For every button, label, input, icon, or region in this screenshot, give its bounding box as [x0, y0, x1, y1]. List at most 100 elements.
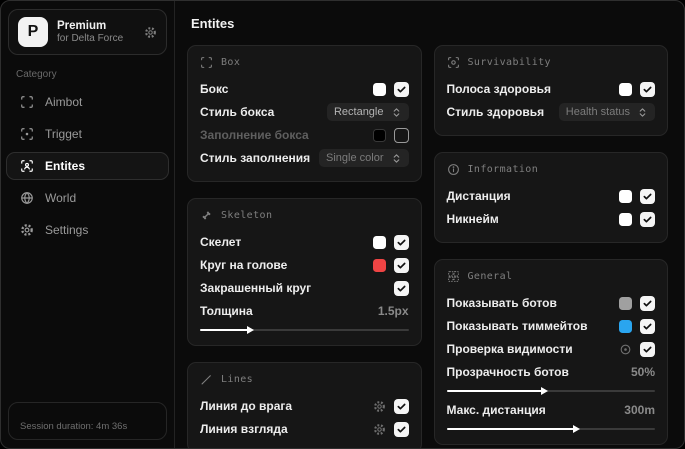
checkbox-checked[interactable] — [640, 318, 655, 334]
crosshair-icon — [20, 127, 34, 141]
bots-opacity-slider[interactable] — [446, 383, 655, 394]
setting-label: Показывать тиммейтов — [446, 319, 588, 333]
panel-general: General Показывать ботов Показывать тимм… — [433, 259, 668, 445]
color-swatch[interactable] — [372, 235, 386, 249]
setting-label: Толщина — [200, 304, 253, 318]
gear-icon[interactable] — [373, 423, 386, 436]
color-swatch[interactable] — [372, 82, 386, 96]
slider-track — [446, 428, 655, 430]
max-distance-slider[interactable] — [446, 421, 655, 432]
panel-survivability: Survivability Полоса здоровья Стиль здор… — [433, 45, 668, 136]
sidebar-item-aimbot[interactable]: Aimbot — [6, 88, 169, 116]
setting-label: Прозрачность ботов — [446, 365, 569, 379]
setting-row-thickness: Толщина 1.5px — [200, 300, 409, 322]
slider-fill — [446, 428, 574, 430]
setting-label: Никнейм — [446, 212, 499, 226]
app-window: P Premium for Delta Force Category Aimbo… — [0, 0, 685, 449]
checkbox-checked[interactable] — [640, 211, 655, 227]
setting-label: Проверка видимости — [446, 342, 573, 356]
thickness-slider[interactable] — [200, 322, 409, 333]
health-style-select[interactable]: Health status — [558, 103, 655, 121]
slider-fill — [446, 390, 543, 392]
info-icon — [447, 163, 460, 176]
setting-label: Бокс — [200, 82, 229, 96]
setting-label: Полоса здоровья — [446, 82, 551, 96]
select-value: Single color — [326, 152, 384, 164]
checkbox-checked[interactable] — [640, 341, 655, 357]
visibility-icon — [619, 343, 632, 356]
panel-header: Box — [221, 57, 241, 68]
sidebar-item-trigget[interactable]: Trigget — [6, 120, 169, 148]
sidebar-item-label: World — [45, 191, 77, 205]
setting-label: Макс. дистанция — [446, 403, 546, 417]
setting-label: Дистанция — [446, 189, 511, 203]
setting-value: 50% — [630, 365, 655, 379]
fill-style-select[interactable]: Single color — [319, 149, 409, 167]
line-icon — [200, 373, 213, 386]
brand-logo-letter: P — [27, 23, 39, 40]
main-content: Entites Box Бокс Стиль бокса Rectangle З… — [175, 1, 684, 448]
sidebar-item-entites[interactable]: Entites — [6, 152, 169, 180]
panel-skeleton: Skeleton Скелет Круг на голове Закрашенн… — [187, 198, 422, 346]
setting-label: Стиль здоровья — [446, 105, 545, 119]
setting-row-box-style: Стиль бокса Rectangle — [200, 101, 409, 123]
box-style-select[interactable]: Rectangle — [326, 103, 409, 121]
brand-subtitle: for Delta Force — [57, 33, 124, 44]
setting-row-nickname: Никнейм — [446, 208, 655, 230]
panel-box: Box Бокс Стиль бокса Rectangle Заполнени… — [187, 45, 422, 182]
checkbox-checked[interactable] — [393, 234, 409, 250]
setting-row-show-bots: Показывать ботов — [446, 292, 655, 314]
setting-row-health-style: Стиль здоровья Health status — [446, 101, 655, 123]
setting-value: 300m — [624, 403, 655, 417]
setting-row-view-line: Линия взгляда — [200, 418, 409, 440]
setting-row-show-teammates: Показывать тиммейтов — [446, 315, 655, 337]
slider-track — [446, 390, 655, 392]
entities-icon — [20, 159, 34, 173]
color-swatch[interactable] — [619, 82, 632, 96]
sidebar-item-label: Entites — [45, 159, 86, 173]
setting-label: Линия взгляда — [200, 422, 288, 436]
grid-icon — [447, 270, 460, 283]
setting-row-head-circle: Круг на голове — [200, 254, 409, 276]
gear-icon[interactable] — [144, 26, 157, 39]
setting-row-box: Бокс — [200, 78, 409, 100]
sidebar-item-world[interactable]: World — [6, 184, 169, 212]
gear-icon[interactable] — [373, 400, 386, 413]
setting-label: Заполнение бокса — [200, 128, 309, 142]
setting-label: Показывать ботов — [446, 296, 557, 310]
checkbox-checked[interactable] — [393, 257, 409, 273]
color-swatch[interactable] — [619, 296, 632, 310]
color-swatch[interactable] — [619, 212, 632, 226]
slider-track — [200, 329, 409, 331]
brand-text: Premium for Delta Force — [57, 20, 123, 44]
checkbox-unchecked[interactable] — [393, 127, 409, 143]
color-swatch[interactable] — [372, 258, 386, 272]
color-swatch[interactable] — [619, 189, 632, 203]
checkbox-checked[interactable] — [640, 188, 655, 204]
checkbox-checked[interactable] — [640, 81, 655, 97]
checkbox-checked[interactable] — [393, 81, 409, 97]
checkbox-checked[interactable] — [393, 280, 409, 296]
sidebar-item-settings[interactable]: Settings — [6, 216, 169, 244]
checkbox-checked[interactable] — [393, 398, 409, 414]
setting-label: Стиль заполнения — [200, 151, 311, 165]
session-duration-text: Session duration: 4m 36s — [20, 421, 128, 432]
checkbox-checked[interactable] — [393, 421, 409, 437]
sidebar-item-label: Trigget — [45, 127, 82, 141]
color-swatch[interactable] — [372, 128, 386, 142]
setting-label: Закрашенный круг — [200, 281, 312, 295]
gear-icon — [20, 223, 34, 237]
brand-logo: P — [18, 17, 48, 47]
bone-icon — [200, 209, 213, 222]
panel-lines: Lines Линия до врага Линия взгляда — [187, 362, 422, 448]
setting-label: Стиль бокса — [200, 105, 275, 119]
panel-header: Lines — [221, 374, 254, 385]
box-icon — [200, 56, 213, 69]
chevrons-up-down-icon — [393, 107, 399, 117]
category-label: Category — [16, 69, 57, 80]
checkbox-checked[interactable] — [640, 295, 655, 311]
setting-row-visibility-check: Проверка видимости — [446, 338, 655, 360]
color-swatch[interactable] — [619, 319, 632, 333]
sidebar-nav: Aimbot Trigget Entites World Settings — [1, 86, 174, 246]
setting-label: Круг на голове — [200, 258, 288, 272]
